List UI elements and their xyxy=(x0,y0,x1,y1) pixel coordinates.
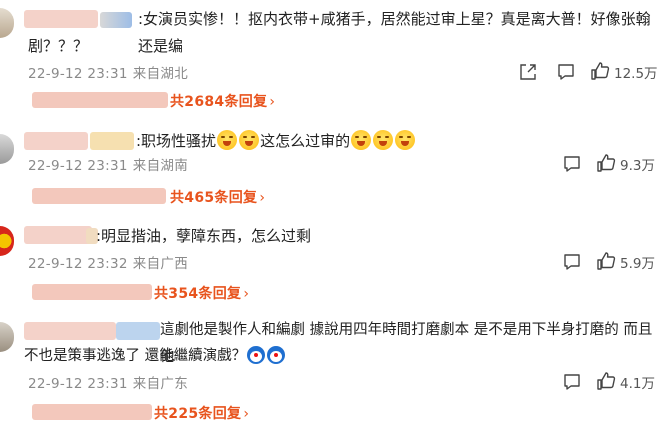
censored-username xyxy=(90,132,134,150)
comment-icon[interactable] xyxy=(556,62,576,82)
emoji-icon xyxy=(247,346,266,364)
censored-username xyxy=(24,132,88,150)
avatar[interactable] xyxy=(0,134,14,164)
comment-text-line2: 剧？？？ xyxy=(28,37,89,55)
avatar[interactable] xyxy=(0,226,14,256)
comment-date: 22-9-12 23:31 xyxy=(28,66,128,82)
comment-text: :明显揩油，孽障东西，怎么过剩 xyxy=(96,227,312,245)
thumbs-up-icon[interactable] xyxy=(596,371,616,391)
comment-2: :职场性骚扰 这怎么过审的 22-9-12 23:31 来自湖南 9.3万 共465… xyxy=(0,118,660,214)
comment-text: :女演员实惨！！抠内衣带+咸猪手，居然能过审上星？真是离大普！好像张翰还是编 xyxy=(138,10,651,55)
chevron-right-icon: › xyxy=(243,406,250,422)
thumbs-up-icon[interactable] xyxy=(596,251,616,271)
view-replies-link[interactable]: 共465条回复 › xyxy=(170,187,265,207)
censored-username xyxy=(116,322,160,340)
comment-meta: 22-9-12 23:31 来自湖南 xyxy=(28,154,193,174)
comment-date: 22-9-12 23:31 xyxy=(28,158,128,174)
thumbs-up-icon[interactable] xyxy=(596,153,616,173)
comment-meta: 22-9-12 23:32 来自广西 xyxy=(28,252,193,272)
censored-username xyxy=(24,10,98,28)
comment-1: :女演员实惨！！抠内衣带+咸猪手，居然能过审上星？真是离大普！好像张翰还是编 剧… xyxy=(0,0,660,118)
censored-username xyxy=(24,322,116,340)
thumbs-up-icon[interactable] xyxy=(590,61,610,81)
censored-username xyxy=(32,188,166,204)
comment-icon[interactable] xyxy=(562,154,582,174)
chevron-right-icon: › xyxy=(243,286,250,302)
comment-text-line2: 不也是策事逃逸了 還能繼續演戲？ xyxy=(24,343,286,370)
comment-text: :职场性骚扰 这怎么过审的 xyxy=(136,128,656,155)
comment-date: 22-9-12 23:31 xyxy=(28,376,128,392)
like-count: 12.5万 xyxy=(614,66,658,82)
censored-username xyxy=(100,12,132,28)
chevron-right-icon: › xyxy=(269,94,276,110)
comment-icon[interactable] xyxy=(562,252,582,272)
comment-location: 来自湖南 xyxy=(132,158,188,174)
reply-count: 共465条回复 xyxy=(170,190,258,206)
censored-username xyxy=(32,92,168,108)
comment-date: 22-9-12 23:32 xyxy=(28,256,128,272)
avatar[interactable] xyxy=(0,322,14,352)
comment-icon[interactable] xyxy=(562,372,582,392)
censored-username xyxy=(32,404,152,420)
comment-location: 来自广东 xyxy=(132,376,188,392)
comment-meta: 22-9-12 23:31 来自湖北 xyxy=(28,62,193,82)
like-count: 9.3万 xyxy=(620,158,655,174)
comment-location: 来自广西 xyxy=(132,256,188,272)
comment-meta: 22-9-12 23:31 来自广东 xyxy=(28,372,193,392)
reply-count: 共225条回复 xyxy=(154,406,242,422)
avatar[interactable] xyxy=(0,8,14,38)
comment-4: 這劇他是製作人和編劇 據說用四年時間打磨劇本 是不是用下半身打磨的 而且他 不也… xyxy=(0,310,660,431)
view-replies-link[interactable]: 共2684条回复 › xyxy=(170,91,275,111)
emoji-icon xyxy=(351,130,372,150)
view-replies-link[interactable]: 共225条回复 › xyxy=(154,403,249,423)
comment-text-prefix: :职场性骚扰 xyxy=(136,132,217,150)
censored-username xyxy=(24,226,92,244)
like-count: 4.1万 xyxy=(620,376,655,392)
chevron-right-icon: › xyxy=(259,190,266,206)
reply-count: 共354条回复 xyxy=(154,286,242,302)
emoji-icon xyxy=(217,130,238,150)
emoji-icon xyxy=(373,130,394,150)
emoji-icon xyxy=(395,130,416,150)
emoji-icon xyxy=(267,346,286,364)
share-icon[interactable] xyxy=(518,62,538,82)
reply-count: 共2684条回复 xyxy=(170,94,268,110)
emoji-icon xyxy=(239,130,260,150)
like-count: 5.9万 xyxy=(620,256,655,272)
censored-username xyxy=(32,284,152,300)
comment-3: :明显揩油，孽障东西，怎么过剩 22-9-12 23:32 来自广西 5.9万 共… xyxy=(0,214,660,310)
view-replies-link[interactable]: 共354条回复 › xyxy=(154,283,249,303)
comment-text-middle: 这怎么过审的 xyxy=(260,132,351,150)
comment-text-line2-text: 不也是策事逃逸了 還能繼續演戲？ xyxy=(24,348,247,364)
comment-location: 来自湖北 xyxy=(132,66,188,82)
